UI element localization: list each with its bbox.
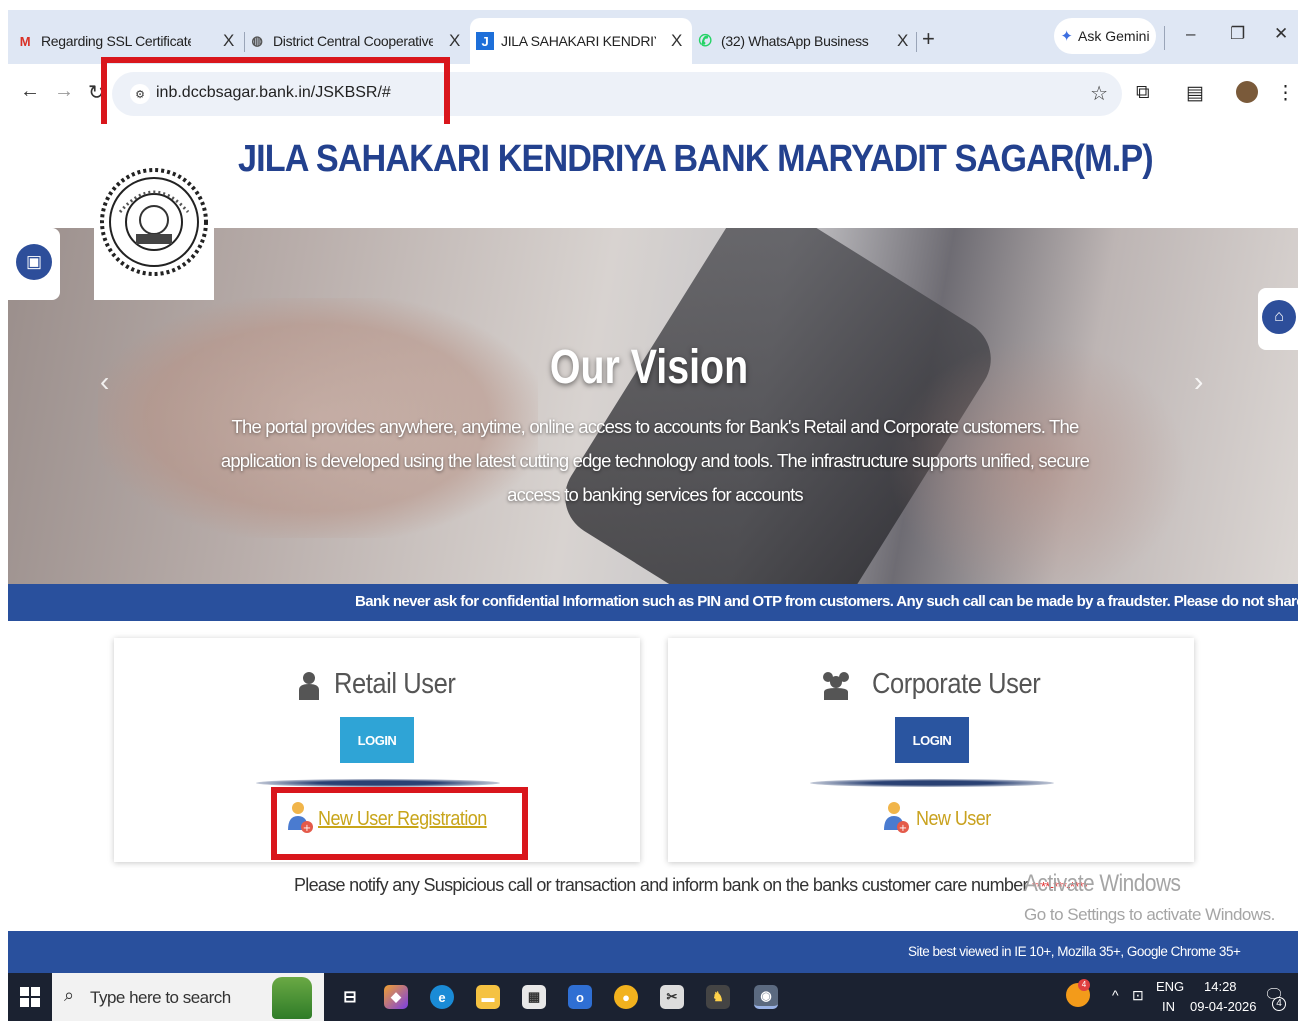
app-icon[interactable]: ♞	[706, 985, 730, 1009]
bank-title: JILA SAHAKARI KENDRIYA BANK MARYADIT SAG…	[238, 138, 1154, 180]
tab-whatsapp[interactable]: ✆ (32) WhatsApp Business X	[696, 18, 918, 64]
window-close-button[interactable]: ✕	[1274, 24, 1288, 44]
close-icon[interactable]: X	[449, 31, 460, 51]
ticker-text: Bank never ask for confidential Informat…	[355, 593, 1298, 610]
tab-jila-sahakari[interactable]: J JILA SAHAKARI KENDRIYA BAN X	[470, 18, 692, 64]
activate-windows-subtitle: Go to Settings to activate Windows.	[1024, 905, 1275, 924]
restore-button[interactable]: ❐	[1230, 24, 1245, 44]
vision-title: Our Vision	[549, 341, 749, 394]
search-icon: ⌕	[64, 985, 75, 1005]
whatsapp-icon: ✆	[698, 33, 712, 50]
ask-gemini-button[interactable]: ✦ Ask Gemini	[1054, 18, 1156, 54]
screen: M Regarding SSL Certificate - cbs X ◍ Di…	[0, 0, 1298, 1021]
user-icon	[299, 672, 319, 700]
menu-dots-icon[interactable]: ⋮	[1276, 82, 1295, 105]
browser-tab-bar: M Regarding SSL Certificate - cbs X ◍ Di…	[8, 10, 1298, 64]
clock-time[interactable]: 14:28	[1204, 979, 1237, 994]
file-explorer-icon[interactable]: ▬	[476, 985, 500, 1009]
chrome-active-icon[interactable]: ◉	[754, 985, 778, 1009]
network-icon[interactable]: ⊡	[1132, 987, 1144, 1004]
notify-message: Please notify any Suspicious call or tra…	[294, 875, 1029, 895]
windows-taskbar: ⌕ Type here to search ⊟ ◆ e ▬ ▦ o ● ✂ ♞ …	[8, 973, 1298, 1021]
retail-user-title: Retail User	[334, 668, 456, 700]
reading-list-icon[interactable]: ▤	[1186, 82, 1204, 105]
retail-login-button[interactable]: LOGIN	[340, 717, 414, 763]
notification-count: 4	[1272, 997, 1286, 1011]
tab-label: JILA SAHAKARI KENDRIYA BAN	[501, 33, 656, 49]
tray-badge: 4	[1078, 979, 1090, 991]
copilot-icon[interactable]: ◆	[384, 985, 408, 1009]
security-ticker: Bank never ask for confidential Informat…	[8, 584, 1298, 621]
bank-logo	[94, 134, 214, 300]
globe-icon: ◍	[251, 33, 263, 48]
divider	[256, 779, 500, 787]
notify-text: Please notify any Suspicious call or tra…	[294, 875, 1088, 896]
carousel-next-icon[interactable]: ›	[1194, 366, 1203, 398]
edge-icon[interactable]: e	[430, 985, 454, 1009]
tab-label: District Central Cooperative Ba	[273, 33, 433, 49]
activate-windows-title: Activate Windows	[1024, 870, 1181, 897]
site-favicon-icon: J	[476, 32, 494, 50]
back-arrow-icon[interactable]: ←	[20, 80, 40, 103]
close-icon[interactable]: X	[897, 31, 908, 51]
footer-text: Site best viewed in IE 10+, Mozilla 35+,…	[908, 944, 1241, 959]
corporate-user-title: Corporate User	[872, 668, 1041, 700]
windows-start-icon[interactable]	[20, 987, 40, 1007]
bookmark-star-icon[interactable]: ☆	[1090, 81, 1108, 106]
vision-text: The portal provides anywhere, anytime, o…	[220, 416, 1090, 505]
registration-highlight-box	[271, 787, 528, 860]
gmail-icon: M	[19, 33, 31, 49]
new-tab-button[interactable]: +	[922, 26, 935, 52]
ask-gemini-label: Ask Gemini	[1078, 28, 1150, 44]
right-float-panel[interactable]: ⌂	[1258, 288, 1298, 350]
svg-text:+: +	[899, 823, 907, 834]
clock-date[interactable]: 09-04-2026	[1190, 999, 1257, 1014]
left-float-panel[interactable]: ▣	[8, 228, 60, 300]
tab-label: Regarding SSL Certificate - cbs	[41, 33, 191, 49]
book-icon[interactable]: ▣	[16, 244, 52, 280]
minimize-button[interactable]: –	[1186, 24, 1195, 44]
divider	[810, 779, 1054, 787]
gemini-icon: ✦	[1060, 28, 1073, 45]
close-icon[interactable]: X	[223, 31, 234, 51]
language-bottom[interactable]: IN	[1162, 999, 1175, 1014]
add-user-icon: +	[884, 802, 909, 834]
tray-chevron-icon[interactable]: ^	[1112, 987, 1119, 1003]
search-highlight-image	[272, 977, 312, 1019]
tab-label: (32) WhatsApp Business	[721, 33, 869, 49]
language-top[interactable]: ENG	[1156, 979, 1184, 994]
close-icon[interactable]: X	[671, 31, 682, 51]
snipping-tool-icon[interactable]: ✂	[660, 985, 684, 1009]
extensions-icon[interactable]: ⧉	[1136, 82, 1150, 104]
task-view-icon[interactable]: ⊟	[338, 985, 362, 1009]
carousel-prev-icon[interactable]: ‹	[100, 366, 109, 398]
corporate-login-button[interactable]: LOGIN	[895, 717, 969, 763]
search-placeholder[interactable]: Type here to search	[90, 988, 231, 1008]
page-footer: Site best viewed in IE 10+, Mozilla 35+,…	[8, 931, 1298, 973]
chrome-icon[interactable]: ●	[614, 985, 638, 1009]
bank-building-icon[interactable]: ⌂	[1262, 300, 1296, 334]
corporate-new-user-link[interactable]: New User	[916, 808, 991, 831]
taskbar-search[interactable]: ⌕ Type here to search	[52, 973, 324, 1021]
profile-avatar[interactable]	[1236, 81, 1258, 103]
store-icon[interactable]: ▦	[522, 985, 546, 1009]
users-group-icon	[823, 672, 849, 700]
outlook-icon[interactable]: o	[568, 985, 592, 1009]
forward-arrow-icon[interactable]: →	[54, 80, 74, 103]
